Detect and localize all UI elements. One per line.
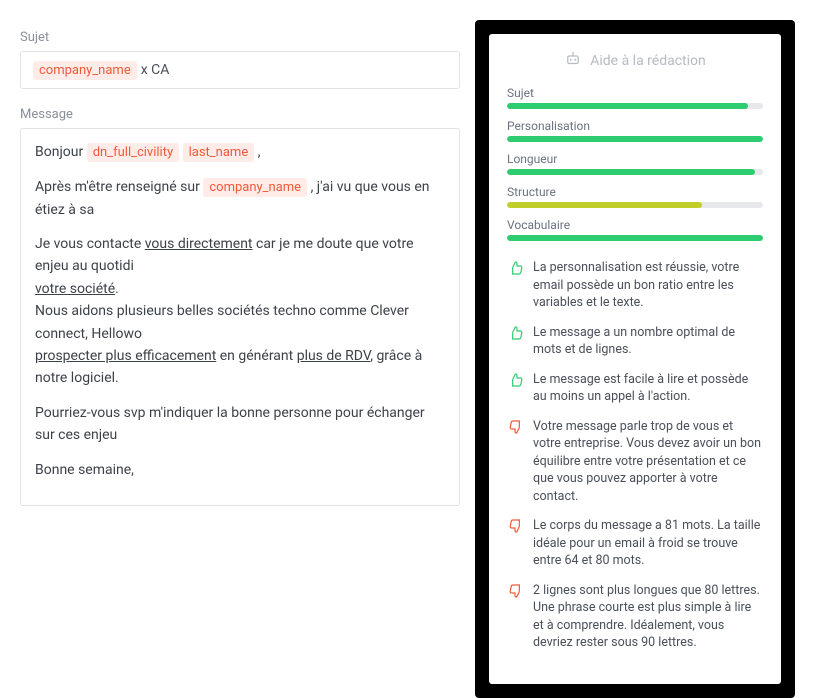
score-label: Structure — [507, 185, 763, 199]
score-bar-fill — [507, 169, 755, 175]
message-text: Je vous contacte — [35, 236, 145, 252]
message-text-underline: vous directement — [145, 236, 253, 252]
score-label: Longueur — [507, 152, 763, 166]
score-label: Vocabulaire — [507, 218, 763, 232]
feedback-item: Votre message parle trop de vous et votr… — [507, 418, 763, 506]
writing-assist-panel: Aide à la rédaction Sujet Personalisation… — [489, 34, 781, 684]
score-label: Sujet — [507, 86, 763, 100]
subject-text: x CA — [141, 62, 170, 78]
score-bar — [507, 202, 763, 208]
feedback-item: Le message a un nombre optimal de mots e… — [507, 324, 763, 359]
score-row: Longueur — [507, 152, 763, 175]
message-text: Bonjour — [35, 144, 83, 160]
score-bar-fill — [507, 136, 763, 142]
feedback-text: Le corps du message a 81 mots. La taille… — [533, 517, 763, 570]
assist-panel-title-text: Aide à la rédaction — [590, 53, 706, 69]
thumb-down-icon — [507, 583, 525, 601]
message-text: Bonne semaine, — [35, 459, 445, 481]
message-text-underline: votre société — [35, 281, 115, 297]
message-text: Nous aidons plusieurs belles sociétés te… — [35, 303, 409, 341]
message-text: Après m'être renseigné sur — [35, 179, 200, 195]
message-textarea[interactable]: Bonjour dn_full_civility last_name , Apr… — [20, 128, 460, 506]
feedback-text: Le message est facile à lire et possède … — [533, 371, 763, 406]
score-bar-fill — [507, 103, 748, 109]
thumb-down-icon — [507, 419, 525, 437]
variable-token-civility[interactable]: dn_full_civility — [87, 143, 179, 162]
variable-token-lastname[interactable]: last_name — [183, 143, 255, 162]
subject-label: Sujet — [20, 30, 460, 45]
feedback-item: Le corps du message a 81 mots. La taille… — [507, 517, 763, 570]
score-bar — [507, 103, 763, 109]
message-label: Message — [20, 107, 460, 122]
feedback-text: Votre message parle trop de vous et votr… — [533, 418, 763, 506]
editor-area: Sujet company_name x CA Message Bonjour … — [0, 0, 480, 526]
subject-input[interactable]: company_name x CA — [20, 51, 460, 89]
message-text: , — [258, 144, 261, 160]
thumb-down-icon — [507, 518, 525, 536]
score-bar-fill — [507, 235, 763, 241]
message-text: en générant — [216, 348, 296, 364]
feedback-item: 2 lignes sont plus longues que 80 lettre… — [507, 582, 763, 652]
thumb-up-icon — [507, 260, 525, 278]
score-bar — [507, 136, 763, 142]
score-row: Sujet — [507, 86, 763, 109]
robot-icon — [564, 50, 582, 72]
score-list: Sujet Personalisation Longueur Structure Voc… — [507, 86, 763, 241]
feedback-item: Le message est facile à lire et possède … — [507, 371, 763, 406]
score-label: Personalisation — [507, 119, 763, 133]
message-text: . — [115, 281, 119, 297]
score-row: Vocabulaire — [507, 218, 763, 241]
variable-token-company[interactable]: company_name — [33, 61, 137, 80]
feedback-list: La personnalisation est réussie, votre e… — [507, 259, 763, 652]
variable-token-company[interactable]: company_name — [203, 178, 307, 197]
feedback-item: La personnalisation est réussie, votre e… — [507, 259, 763, 312]
thumb-up-icon — [507, 325, 525, 343]
score-bar — [507, 235, 763, 241]
score-row: Structure — [507, 185, 763, 208]
score-bar-fill — [507, 202, 702, 208]
assist-panel-title: Aide à la rédaction — [507, 50, 763, 72]
feedback-text: 2 lignes sont plus longues que 80 lettre… — [533, 582, 763, 652]
feedback-text: Le message a un nombre optimal de mots e… — [533, 324, 763, 359]
message-text: Pourriez-vous svp m'indiquer la bonne pe… — [35, 402, 445, 447]
score-row: Personalisation — [507, 119, 763, 142]
assist-panel-frame: Aide à la rédaction Sujet Personalisation… — [475, 20, 795, 698]
message-text-underline: prospecter plus efficacement — [35, 348, 216, 364]
message-text-underline: plus de RDV — [297, 348, 371, 364]
score-bar — [507, 169, 763, 175]
thumb-up-icon — [507, 372, 525, 390]
feedback-text: La personnalisation est réussie, votre e… — [533, 259, 763, 312]
